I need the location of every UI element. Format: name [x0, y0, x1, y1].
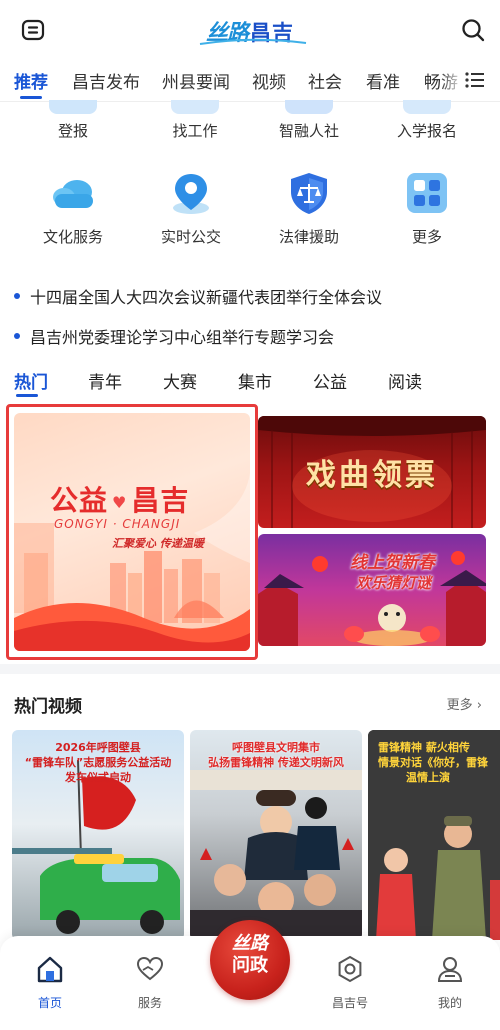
- location-pin-icon: [173, 174, 209, 214]
- app-header: 丝路 昌吉: [0, 0, 500, 60]
- cloud-icon: [53, 180, 93, 208]
- service-row-1: 登报 找工作 智融人社 入学报名: [0, 100, 500, 150]
- service-dengbao[interactable]: 登报: [18, 100, 128, 141]
- charity-slogan: 汇聚爱心 传递温暖: [112, 537, 204, 550]
- tab-youth[interactable]: 青年: [88, 368, 122, 393]
- tab-label: 服务: [137, 996, 162, 1010]
- opera-ticket-banner[interactable]: 戏曲领票: [258, 416, 486, 528]
- active-section-indicator: [16, 394, 38, 397]
- charity-title: 公益 ♥ 昌吉: [50, 479, 189, 519]
- video-caption: 呼图壁县文明集市: [232, 741, 320, 754]
- lantern-subtitle: 欢乐猜灯谜: [356, 574, 432, 592]
- tab-hot[interactable]: 热门: [14, 368, 48, 393]
- gear-icon: [338, 955, 362, 983]
- service-label: 入学报名: [396, 122, 457, 140]
- hot-videos-more[interactable]: 更多 ›: [447, 694, 482, 713]
- newspaper-icon: [49, 100, 97, 114]
- logo-swoosh-icon: [199, 38, 307, 45]
- heart-hand-icon: [136, 956, 164, 981]
- news-headline: 昌吉州党委理论学习中心组举行专题学习会: [30, 328, 335, 347]
- tab-label: 我的: [437, 996, 462, 1010]
- bullet-dot: [14, 333, 20, 339]
- tab-label: 首页: [37, 996, 62, 1010]
- service-more[interactable]: 更多: [372, 170, 482, 247]
- charity-pinyin: GONGYI · CHANGJI: [54, 517, 181, 531]
- service-label: 实时公交: [160, 228, 221, 246]
- video-card[interactable]: 雷锋精神 薪火相传 情景对话《你好，雷锋 温情上演: [368, 730, 500, 940]
- hr-service-icon: [285, 100, 333, 114]
- section-tabs: 热门 青年 大赛 集市 公益 阅读: [0, 364, 500, 400]
- center-label: 问政: [232, 955, 268, 976]
- opera-title: 戏曲领票: [306, 458, 438, 493]
- ask-government-button[interactable]: 丝路 问政: [210, 920, 290, 1000]
- tab-contest[interactable]: 大赛: [163, 368, 197, 393]
- list-menu-icon[interactable]: [464, 70, 486, 90]
- title-left: 公益: [50, 484, 109, 517]
- video-card[interactable]: 2026年呼图壁县 “雷锋车队”志愿服务公益活动 发车仪式启动: [12, 730, 184, 940]
- tab-market[interactable]: 集市: [238, 368, 272, 393]
- city-skyline-illustration: [14, 473, 250, 651]
- lantern-riddle-banner[interactable]: 线上贺新春 欢乐猜灯谜: [258, 534, 486, 646]
- tab-changji-account[interactable]: 昌吉号: [318, 954, 382, 1011]
- heart-icon: ♥: [112, 492, 128, 512]
- service-label: 更多: [411, 228, 442, 246]
- service-label: 文化服务: [42, 228, 103, 246]
- tab-service[interactable]: 服务: [118, 954, 182, 1011]
- tab-society[interactable]: 社会: [308, 68, 342, 93]
- service-zhirong-renshe[interactable]: 智融人社: [254, 100, 364, 141]
- tab-mine[interactable]: 我的: [418, 954, 482, 1011]
- service-find-job[interactable]: 找工作: [140, 100, 250, 141]
- charity-banner[interactable]: 公益 ♥ 昌吉 GONGYI · CHANGJI 汇聚爱心 传递温暖: [14, 413, 250, 651]
- title-right: 昌吉: [131, 484, 190, 517]
- service-label: 登报: [57, 122, 88, 140]
- tab-recommend[interactable]: 推荐: [14, 68, 48, 93]
- service-label: 法律援助: [278, 228, 339, 246]
- service-enrollment[interactable]: 入学报名: [372, 100, 482, 141]
- tab-reading[interactable]: 阅读: [388, 368, 422, 393]
- video-caption: “雷锋车队”志愿服务公益活动: [24, 756, 172, 769]
- chevron-right-icon: ›: [476, 698, 482, 713]
- user-icon: [437, 957, 463, 982]
- service-realtime-bus[interactable]: 实时公交: [136, 170, 246, 247]
- more-label: 更多: [446, 698, 473, 713]
- briefcase-icon: [171, 100, 219, 114]
- shield-scale-icon: [291, 173, 327, 214]
- menu-panel-icon[interactable]: [20, 18, 46, 42]
- tab-charity[interactable]: 公益: [313, 368, 347, 393]
- tab-video[interactable]: 视频: [252, 68, 286, 93]
- news-headline: 十四届全国人大四次会议新疆代表团举行全体会议: [30, 288, 383, 307]
- home-icon: [37, 956, 63, 983]
- video-caption: 雷锋精神 薪火相传: [378, 741, 470, 754]
- service-label: 找工作: [172, 122, 218, 140]
- channel-tabs: 推荐 昌吉发布 州县要闻 视频 社会 看准 畅游: [0, 62, 500, 102]
- service-culture[interactable]: 文化服务: [18, 170, 128, 247]
- tab-changji-release[interactable]: 昌吉发布: [72, 68, 140, 93]
- tab-home[interactable]: 首页: [18, 954, 82, 1011]
- lantern-title: 线上贺新春: [350, 553, 435, 573]
- service-label: 智融人社: [278, 122, 339, 140]
- video-card[interactable]: 呼图壁县文明集市 弘扬雷锋精神 传递文明新风: [190, 730, 362, 940]
- school-icon: [403, 100, 451, 114]
- tab-county-news[interactable]: 州县要闻: [162, 68, 230, 93]
- search-icon[interactable]: [460, 17, 486, 43]
- service-row-2: 文化服务 实时公交 法律援助 更多: [0, 170, 500, 250]
- section-divider: [0, 664, 500, 674]
- video-caption: 2026年呼图壁县: [55, 741, 141, 754]
- grid-more-icon: [407, 173, 447, 213]
- video-caption: 发车仪式启动: [65, 771, 131, 784]
- active-tab-indicator: [20, 96, 42, 99]
- video-caption: 弘扬雷锋精神 传递文明新风: [208, 756, 344, 769]
- center-logo-script: 丝路: [232, 933, 268, 954]
- video-caption: 温情上演: [406, 771, 450, 784]
- news-item[interactable]: 十四届全国人大四次会议新疆代表团举行全体会议: [14, 284, 382, 308]
- video-caption: 情景对话《你好，雷锋: [378, 756, 488, 769]
- tab-label: 昌吉号: [331, 996, 368, 1010]
- tab-kanzhun[interactable]: 看准: [366, 68, 400, 93]
- charity-banner-highlight[interactable]: 公益 ♥ 昌吉 GONGYI · CHANGJI 汇聚爱心 传递温暖: [6, 404, 258, 660]
- news-item[interactable]: 昌吉州党委理论学习中心组举行专题学习会: [14, 324, 334, 348]
- hot-videos-title: 热门视频: [14, 697, 82, 717]
- bullet-dot: [14, 293, 20, 299]
- service-legal-aid[interactable]: 法律援助: [254, 170, 364, 247]
